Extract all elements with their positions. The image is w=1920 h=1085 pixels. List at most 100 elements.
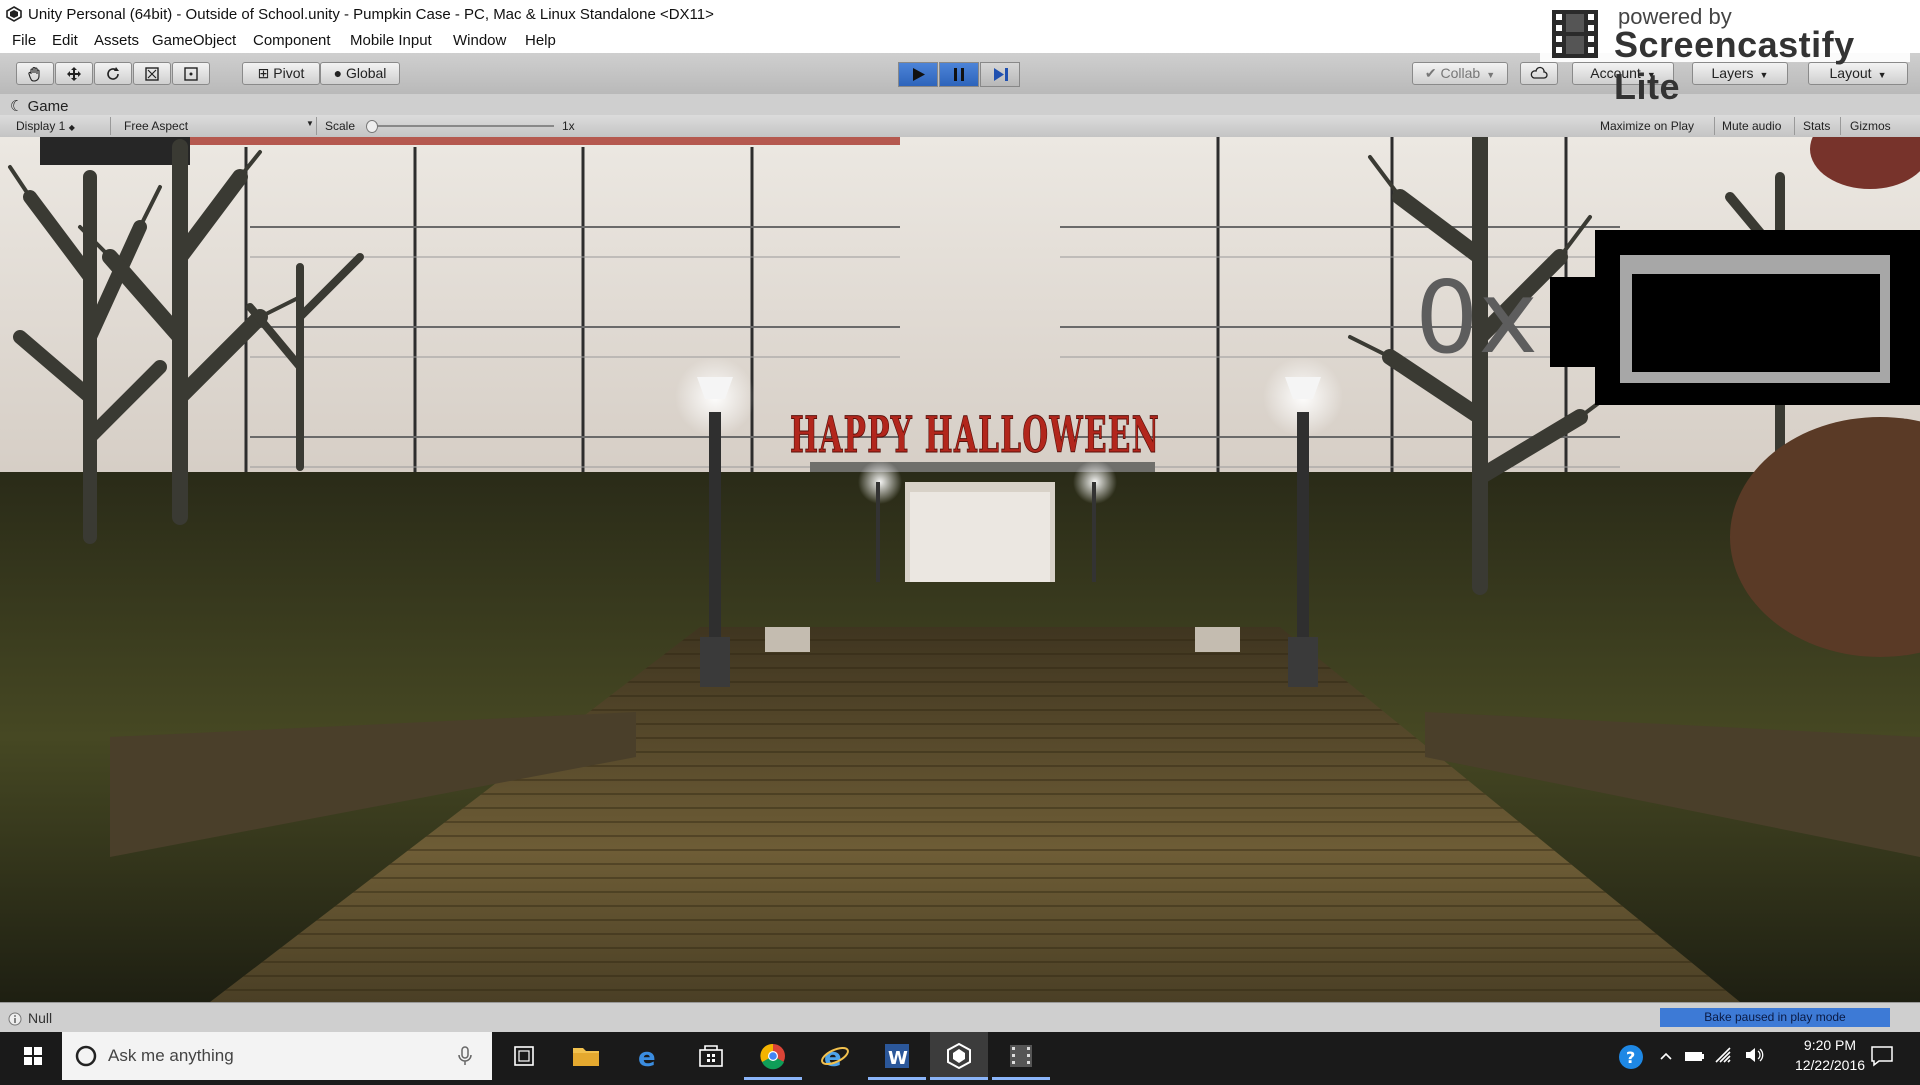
menu-help[interactable]: Help	[525, 32, 556, 49]
cloud-icon	[1530, 66, 1548, 79]
scale-label: Scale	[325, 119, 356, 133]
start-button[interactable]	[4, 1032, 62, 1080]
divider	[316, 117, 317, 135]
tab-game[interactable]: ☾ Game	[10, 97, 68, 115]
word-icon: W	[885, 1044, 909, 1069]
move-tool-button[interactable]	[55, 62, 93, 85]
menu-mobile-input[interactable]: Mobile Input	[350, 32, 432, 49]
halloween-scene: HAPPY HALLOWEEN 0x	[0, 137, 1920, 1002]
unity-app[interactable]	[930, 1032, 988, 1080]
scale-value: 1x	[562, 119, 575, 133]
screencastify-watermark: powered by Screencastify Lite	[1540, 2, 1910, 107]
console-message[interactable]: Null	[28, 1010, 52, 1026]
pivot-label: Pivot	[273, 65, 305, 81]
display-label: Display 1	[16, 119, 66, 133]
internet-explorer-app[interactable]: e	[806, 1032, 864, 1080]
folder-icon	[573, 1048, 599, 1066]
film-strip-icon	[1550, 8, 1600, 60]
hand-icon	[28, 66, 40, 82]
rotate-icon	[107, 67, 119, 80]
divider	[110, 117, 111, 135]
global-toggle-button[interactable]: ● Global	[320, 62, 400, 85]
pivot-toggle-button[interactable]: ⊞ Pivot	[242, 62, 320, 85]
game-viewport[interactable]: HAPPY HALLOWEEN 0x	[0, 137, 1920, 1002]
system-clock[interactable]: 9:20 PM 12/22/2016	[1775, 1037, 1885, 1073]
cortana-circle-icon	[74, 1044, 98, 1073]
store-bag-icon	[699, 1045, 723, 1067]
search-placeholder: Ask me anything	[108, 1046, 234, 1065]
maximize-on-play-toggle[interactable]: Maximize on Play	[1600, 119, 1694, 133]
gizmos-dropdown[interactable]: Gizmos	[1850, 119, 1891, 133]
dropdown-arrow-icon: ▼	[1486, 70, 1496, 80]
rotate-tool-button[interactable]	[94, 62, 132, 85]
display-dropdown[interactable]: Display 1 ◆	[16, 119, 75, 133]
film-strip-icon	[1010, 1045, 1032, 1067]
svg-text:e: e	[638, 1043, 656, 1073]
collab-label: Collab	[1440, 65, 1481, 81]
rect-transform-icon	[184, 67, 198, 81]
menu-file[interactable]: File	[12, 32, 36, 49]
bake-status-badge: Bake paused in play mode	[1660, 1008, 1890, 1027]
windows-logo-icon	[24, 1047, 42, 1065]
scale-slider-thumb[interactable]	[366, 120, 378, 133]
screencastify-app[interactable]	[992, 1032, 1050, 1080]
battery-icon[interactable]	[1684, 1048, 1706, 1069]
edge-browser-app[interactable]: e	[620, 1032, 678, 1080]
task-view-button[interactable]	[495, 1032, 553, 1080]
task-view-icon	[514, 1046, 534, 1066]
unity-icon	[947, 1042, 971, 1070]
microphone-icon[interactable]	[457, 1044, 473, 1073]
windows-taskbar: Ask me anything e e W ? 9:20 PM 12/22/20…	[0, 1032, 1920, 1080]
collab-button[interactable]: ✔ Collab ▼	[1412, 62, 1508, 85]
pause-button[interactable]	[939, 62, 979, 87]
menu-component[interactable]: Component	[253, 32, 331, 49]
step-button[interactable]	[980, 62, 1020, 87]
chevron-up-icon[interactable]	[1658, 1048, 1674, 1069]
cortana-search-box[interactable]: Ask me anything	[62, 1032, 492, 1080]
watermark-brand: Screencastify Lite	[1614, 24, 1855, 107]
menu-edit[interactable]: Edit	[52, 32, 78, 49]
menu-window[interactable]: Window	[453, 32, 506, 49]
tab-game-label: Game	[27, 98, 69, 115]
word-app[interactable]: W	[868, 1032, 926, 1080]
wifi-icon[interactable]	[1714, 1046, 1734, 1069]
cloud-button[interactable]	[1520, 62, 1558, 85]
chrome-app[interactable]	[744, 1032, 802, 1080]
hand-tool-button[interactable]	[16, 62, 54, 85]
move-arrows-icon	[67, 67, 81, 81]
scale-slider-track[interactable]	[368, 125, 554, 127]
game-controller-icon: ☾	[10, 98, 28, 115]
aspect-label: Free Aspect	[124, 119, 189, 133]
file-explorer-app[interactable]	[557, 1032, 615, 1080]
window-title: Unity Personal (64bit) - Outside of Scho…	[28, 6, 714, 23]
info-icon	[8, 1012, 22, 1031]
store-app[interactable]	[682, 1032, 740, 1080]
check-icon: ✔	[1424, 65, 1441, 81]
divider	[1794, 117, 1795, 135]
pivot-icon: ⊞	[257, 65, 274, 81]
volume-icon[interactable]	[1744, 1046, 1766, 1069]
divider	[1840, 117, 1841, 135]
game-view-toolbar: Display 1 ◆ Free Aspect ▼ Scale 1x Maxim…	[0, 115, 1920, 138]
action-center-icon[interactable]	[1870, 1045, 1894, 1072]
menu-gameobject[interactable]: GameObject	[152, 32, 236, 49]
dropdown-arrow-icon: ◆	[68, 123, 75, 132]
rect-tool-button[interactable]	[172, 62, 210, 85]
menu-assets[interactable]: Assets	[94, 32, 139, 49]
mute-audio-toggle[interactable]: Mute audio	[1722, 119, 1781, 133]
happy-halloween-sign: HAPPY HALLOWEEN	[790, 405, 1160, 464]
pause-icon	[954, 68, 964, 81]
play-button[interactable]	[898, 62, 938, 87]
divider	[1714, 117, 1715, 135]
play-icon	[913, 68, 925, 81]
dropdown-arrow-icon: ▼	[306, 119, 314, 128]
help-icon[interactable]: ?	[1618, 1044, 1644, 1075]
clock-time: 9:20 PM	[1803, 1037, 1857, 1053]
clock-date: 12/22/2016	[1794, 1057, 1866, 1073]
scale-icon	[145, 67, 159, 81]
scale-tool-button[interactable]	[133, 62, 171, 85]
aspect-dropdown[interactable]: Free Aspect	[124, 119, 188, 133]
ie-icon: e	[821, 1043, 849, 1073]
svg-text:W: W	[888, 1048, 908, 1069]
stats-toggle[interactable]: Stats	[1803, 119, 1830, 133]
